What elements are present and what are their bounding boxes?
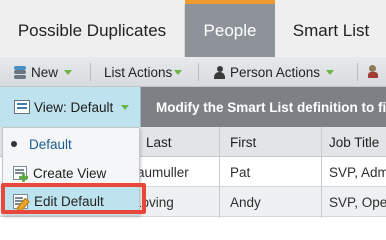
- caret-down-icon: [121, 104, 130, 110]
- view-list-icon: [14, 100, 30, 114]
- new-button[interactable]: New: [14, 57, 73, 87]
- menu-item-label: Edit Default: [34, 193, 104, 209]
- menu-item-label: Create View: [33, 165, 107, 181]
- edit-default-icon: [13, 193, 28, 209]
- menu-item-default[interactable]: Default: [3, 130, 139, 158]
- cell-first: Pat: [230, 164, 251, 180]
- person-actions-label: Person Actions: [230, 64, 321, 80]
- person-card-icon[interactable]: [368, 65, 382, 79]
- person-icon: [214, 65, 225, 79]
- cell-job-title: SVP, Oper: [329, 194, 386, 210]
- toolbar: New List Actions Person Actions: [0, 57, 386, 87]
- view-button-label: View: Default: [34, 99, 114, 115]
- column-divider: [219, 127, 220, 218]
- view-dropdown-menu: Default Create View Edit Default: [2, 127, 140, 215]
- caret-down-icon: [174, 69, 183, 75]
- caret-down-icon: [64, 69, 73, 75]
- tab-smart-list[interactable]: Smart List: [276, 5, 386, 57]
- smart-list-message: Modify the Smart List definition to find: [156, 99, 386, 115]
- database-icon: [14, 65, 26, 79]
- person-actions-button[interactable]: Person Actions: [214, 57, 335, 87]
- cell-job-title: SVP, Admin: [329, 164, 386, 180]
- tab-people[interactable]: People: [185, 0, 275, 57]
- cell-first: Andy: [230, 194, 261, 210]
- menu-item-edit-default[interactable]: Edit Default: [3, 187, 139, 215]
- column-header-last[interactable]: Last: [146, 127, 172, 157]
- menu-item-create-view[interactable]: Create View: [3, 159, 139, 187]
- new-button-label: New: [31, 64, 59, 80]
- menu-item-label: Default: [29, 136, 72, 152]
- toolbar-separator: [357, 63, 358, 81]
- column-header-job-title[interactable]: Job Title: [329, 127, 379, 157]
- toolbar-separator: [198, 63, 199, 81]
- list-actions-button[interactable]: List Actions: [104, 57, 183, 87]
- tab-bar: Possible Duplicates People Smart List: [0, 0, 386, 57]
- bullet-icon: [11, 141, 17, 147]
- view-default-button[interactable]: View: Default: [0, 87, 141, 127]
- create-view-icon: [13, 166, 27, 180]
- toolbar-separator: [90, 63, 91, 81]
- tab-possible-duplicates[interactable]: Possible Duplicates: [0, 5, 184, 57]
- list-actions-label: List Actions: [104, 64, 173, 80]
- caret-down-icon: [326, 69, 335, 75]
- column-header-first[interactable]: First: [230, 127, 256, 157]
- column-divider: [321, 127, 322, 218]
